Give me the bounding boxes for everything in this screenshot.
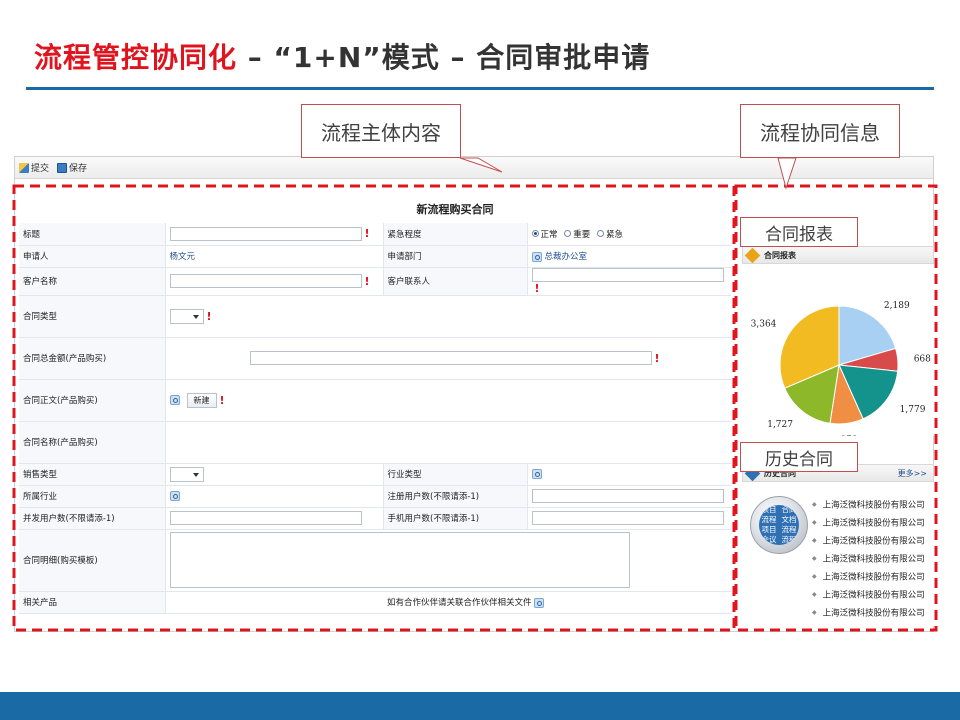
footer-bar xyxy=(0,692,960,720)
main-content-frame xyxy=(12,184,736,632)
callout-collab-info: 流程协同信息 xyxy=(740,104,900,158)
callout-history: 历史合同 xyxy=(740,442,858,472)
callout-collab-pointer xyxy=(777,157,797,190)
callout-main-content: 流程主体内容 xyxy=(301,104,461,158)
callout-report: 合同报表 xyxy=(740,217,858,247)
collab-info-frame xyxy=(734,184,938,632)
slide: 流程管控协同化 – “1+N”模式 – 合同审批申请 提交 保存 新流程购买合同… xyxy=(0,0,960,720)
callout-main-pointer xyxy=(459,157,503,173)
